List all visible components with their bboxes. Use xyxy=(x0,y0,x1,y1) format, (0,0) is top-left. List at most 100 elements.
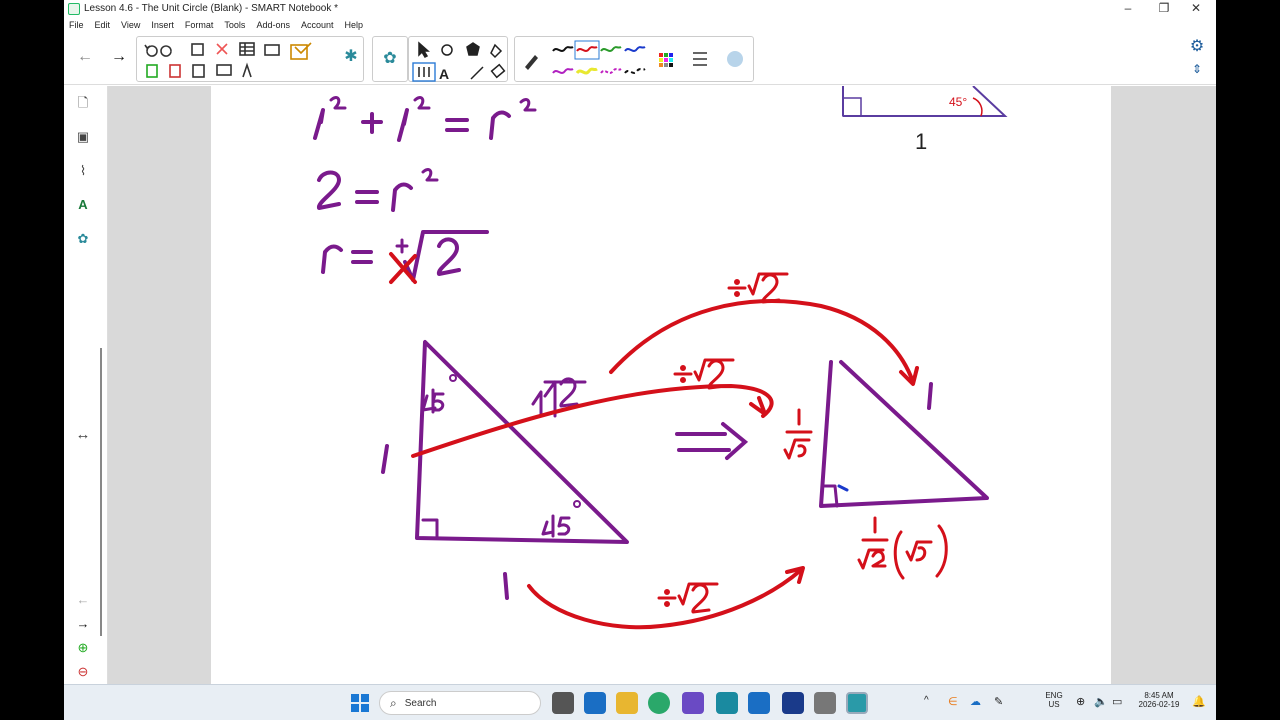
one-over-root-two-base xyxy=(857,516,948,580)
ink-r-2 xyxy=(391,182,413,212)
selection-tools-icons: A xyxy=(412,41,506,82)
reference-triangle: 45° 1 xyxy=(842,86,1008,154)
left-triangle-right-angle xyxy=(421,518,439,540)
panel-back-icon[interactable]: ← xyxy=(72,589,94,611)
outlook-icon[interactable] xyxy=(584,692,606,714)
yellow-highlighter-stroke xyxy=(575,67,598,75)
ink-degree-bottom xyxy=(573,500,581,508)
ink-equals xyxy=(445,118,469,132)
ink-degree-top xyxy=(449,374,457,382)
panel-scrollbar[interactable] xyxy=(100,348,102,636)
previous-page-button[interactable]: ← xyxy=(74,47,96,67)
onedrive-icon[interactable]: ☁ xyxy=(970,695,981,708)
notebook-page: 45° 1 xyxy=(211,86,1111,684)
activity-builder-icon[interactable]: ✿ xyxy=(379,49,401,69)
edge-browser-icon[interactable] xyxy=(648,692,670,714)
minimize-button[interactable]: – xyxy=(1110,0,1146,17)
text-tool-icon: A xyxy=(439,66,449,82)
panel-forward-icon[interactable]: → xyxy=(72,613,94,635)
selection-tools-group: A xyxy=(408,36,508,82)
teams-icon[interactable] xyxy=(682,692,704,714)
menu-insert[interactable]: Insert xyxy=(151,20,174,30)
add-ons-icon[interactable]: ✱ xyxy=(340,47,362,67)
panel-resize-icon[interactable]: ↔ xyxy=(72,424,94,446)
search-icon: ⌕ xyxy=(390,695,397,710)
line-style-icon xyxy=(693,52,707,66)
settings-gear-icon[interactable]: ⚙ xyxy=(1186,37,1208,57)
add-ons-panel-icon[interactable]: ✿ xyxy=(72,228,94,250)
pen-settings-icon[interactable]: ✎ xyxy=(994,695,1003,708)
language-indicator[interactable]: ENG US xyxy=(1042,691,1066,709)
magenta-pen-stroke xyxy=(552,68,574,74)
smart-notebook-taskbar-icon[interactable] xyxy=(716,692,738,714)
windows-taskbar: ⌕ Search ^ ∈ ☁ ✎ ENG US ⊕ 🔈 ▭ 8:45 AM 20… xyxy=(64,684,1216,720)
language-code: ENG xyxy=(1045,691,1063,700)
mail-icon[interactable] xyxy=(748,692,770,714)
volume-icon[interactable]: 🔈 xyxy=(1094,695,1108,708)
redo-icon xyxy=(160,45,172,57)
ink-equals-2 xyxy=(355,190,379,204)
powershell-icon[interactable] xyxy=(782,692,804,714)
remove-page-icon[interactable]: ⊖ xyxy=(72,661,94,683)
tray-chevron-icon[interactable]: ^ xyxy=(924,695,929,706)
left-triangle-outline xyxy=(415,340,629,544)
dashed-pen-stroke xyxy=(600,68,622,74)
menu-tools[interactable]: Tools xyxy=(224,20,245,30)
ink-equals-3 xyxy=(351,250,373,264)
page-sorter-icon[interactable]: 🗋 xyxy=(72,92,94,114)
implies-arrow xyxy=(675,422,749,460)
activity-builder-group: ✿ xyxy=(372,36,408,82)
toolbar-position-icon[interactable]: ⇕ xyxy=(1186,59,1208,79)
clock-date: 2026-02-19 xyxy=(1138,700,1180,709)
red-arrow-side xyxy=(411,384,774,458)
ink-r-3 xyxy=(321,244,343,274)
taskbar-search-box[interactable]: ⌕ Search xyxy=(379,691,541,715)
battery-icon[interactable]: ▭ xyxy=(1112,695,1122,708)
clock[interactable]: 8:45 AM 2026-02-19 xyxy=(1132,691,1186,709)
handwritten-equations xyxy=(313,96,537,282)
pen-tools-icons xyxy=(525,40,743,75)
menu-help[interactable]: Help xyxy=(345,20,364,30)
divide-root-two-bottom xyxy=(657,582,719,614)
fill-effects-icon xyxy=(727,51,743,67)
ink-exponent-two-3 xyxy=(519,98,537,112)
menu-account[interactable]: Account xyxy=(301,20,334,30)
menu-file[interactable]: File xyxy=(69,20,84,30)
pen-tools-group xyxy=(514,36,754,82)
eraser-icon xyxy=(490,63,506,79)
properties-icon[interactable]: A xyxy=(72,194,94,216)
work-area: 45° 1 xyxy=(108,86,1216,684)
task-view-icon[interactable] xyxy=(552,692,574,714)
restore-button[interactable]: ❐ xyxy=(1146,0,1182,17)
network-icon[interactable]: ⊕ xyxy=(1076,695,1085,708)
green-pen-stroke xyxy=(600,46,622,52)
menu-format[interactable]: Format xyxy=(185,20,214,30)
app-icon[interactable] xyxy=(814,692,836,714)
paste-icon xyxy=(191,43,204,56)
tray-app-icon[interactable]: ∈ xyxy=(948,695,958,708)
smart-notebook-active-icon[interactable] xyxy=(846,692,868,714)
start-button[interactable] xyxy=(349,692,371,714)
notifications-icon[interactable]: 🔔 xyxy=(1192,695,1206,708)
ink-exponent-two-4 xyxy=(421,168,439,182)
window-title: Lesson 4.6 - The Unit Circle (Blank) - S… xyxy=(84,3,338,14)
menu-view[interactable]: View xyxy=(121,20,140,30)
angle-arc xyxy=(972,97,983,117)
file-explorer-icon[interactable] xyxy=(616,692,638,714)
attachments-icon[interactable]: ⌇ xyxy=(72,160,94,182)
left-triangle-base-one xyxy=(503,572,509,600)
delete-icon xyxy=(216,43,228,55)
close-button[interactable]: ✕ xyxy=(1178,0,1214,17)
menu-add-ons[interactable]: Add-ons xyxy=(256,20,290,30)
dashed-black-pen-stroke xyxy=(624,68,646,74)
add-page-icon[interactable]: ⊕ xyxy=(72,637,94,659)
edit-tools-group xyxy=(136,36,364,82)
menu-edit[interactable]: Edit xyxy=(95,20,111,30)
red-pen-stroke xyxy=(576,46,598,52)
ink-r xyxy=(489,110,511,140)
divide-root-two-top xyxy=(727,272,789,304)
gallery-icon[interactable]: ▣ xyxy=(72,126,94,148)
next-page-button[interactable]: → xyxy=(108,47,130,67)
shape-recognition-icon xyxy=(242,62,252,78)
right-triangle-hyp-one xyxy=(927,382,933,410)
